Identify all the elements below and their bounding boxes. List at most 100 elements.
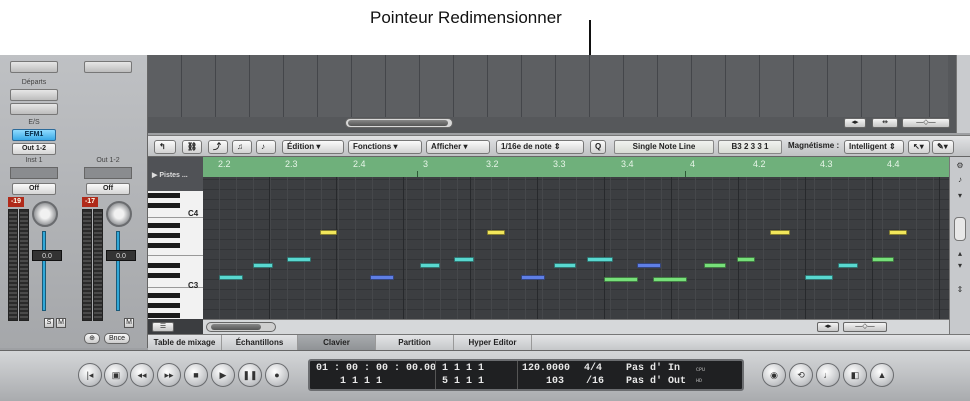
midi-note[interactable] [872,257,894,262]
vertical-zoom-slider[interactable]: ⇕ [954,285,966,295]
tracks-toggle-icon[interactable]: ☰ [152,322,174,332]
black-key[interactable] [148,273,180,278]
piano-roll-horizontal-scrollbar[interactable] [206,322,276,332]
solo-button[interactable]: S [44,318,54,328]
eq-slot[interactable] [10,61,58,73]
midi-note[interactable] [487,230,505,235]
view-menu[interactable]: Afficher ▾ [426,140,490,154]
midi-note[interactable] [253,263,273,268]
midi-note[interactable] [704,263,726,268]
group-slot[interactable] [10,167,58,179]
midi-note[interactable] [420,263,440,268]
midi-note[interactable] [653,277,687,282]
midi-note[interactable] [320,230,337,235]
black-key[interactable] [148,313,180,318]
scroll-arrows[interactable]: ◂▸ [817,322,839,332]
bar-ruler[interactable]: 2.2 2.3 2.4 3 3.2 3.3 3.4 4 4.2 4.3 4.4 [203,157,949,177]
midi-note[interactable] [838,263,858,268]
midi-note[interactable] [889,230,907,235]
fast-forward-icon[interactable]: ▸▸ [157,363,181,387]
tuner-icon[interactable]: ♩ [816,363,840,387]
snap-select[interactable]: Intelligent ⇕ [844,140,904,154]
automation-mode[interactable]: Off [86,183,130,195]
piano-keyboard[interactable]: C4 C3 [148,191,203,319]
midi-note[interactable] [521,275,545,280]
pointer-tool-icon[interactable]: ↖▾ [908,140,930,154]
go-to-position-icon[interactable]: ▣ [104,363,128,387]
scroll-thumb[interactable] [348,120,448,126]
scroll-up-icon[interactable]: ▴ [954,249,966,259]
black-key[interactable] [148,233,180,238]
pan-knob[interactable] [106,201,132,227]
black-key[interactable] [148,293,180,298]
quantize-select[interactable]: 1/16e de note ⇕ [496,140,584,154]
go-to-start-icon[interactable]: |◂ [78,363,102,387]
midi-in-icon[interactable]: ♫ [232,140,252,154]
arrange-horizontal-scrollbar[interactable] [345,118,453,128]
cycle-icon[interactable]: ⟲ [789,363,813,387]
peak-indicator[interactable]: -17 [82,197,98,207]
midi-note[interactable] [454,257,474,262]
output-slot[interactable]: Out 1-2 [12,143,56,155]
tab-mixer[interactable]: Table de mixage [148,335,222,351]
bounce-button[interactable]: Bnce [104,333,130,344]
rewind-icon[interactable]: ◂◂ [130,363,154,387]
stop-icon[interactable]: ■ [184,363,208,387]
link-icon[interactable]: ⛓ [182,140,202,154]
arrange-grid[interactable] [148,55,948,117]
peak-indicator[interactable]: -19 [8,197,24,207]
metronome-icon[interactable]: ◉ [762,363,786,387]
group-slot[interactable] [84,167,132,179]
midi-note[interactable] [219,275,243,280]
midi-note[interactable] [737,257,755,262]
arrange-vertical-scrollbar[interactable] [956,55,970,133]
tab-piano-roll[interactable]: Clavier [298,335,376,351]
black-key[interactable] [148,203,180,208]
zoom-slider[interactable]: —◇— [843,322,887,332]
tracks-disclosure[interactable]: ▶ Pistes ... [148,157,203,191]
midi-note[interactable] [604,277,638,282]
zoom-icon[interactable]: ⚙ [954,161,966,171]
midi-out-icon[interactable]: ♪ [256,140,276,154]
tab-samples[interactable]: Échantillons [222,335,298,351]
note-icon[interactable]: ♪ [954,175,966,185]
chevron-down-icon[interactable]: ▾ [954,191,966,201]
automation-mode[interactable]: Off [12,183,56,195]
mute-button[interactable]: M [124,318,134,328]
edit-menu[interactable]: Édition ▾ [282,140,344,154]
black-key[interactable] [148,263,180,268]
scroll-arrows[interactable]: ◂▸ [844,118,866,128]
link-button[interactable]: ⊕ [84,333,100,344]
transport-display[interactable]: 01 : 00 : 00 : 00.00 1 1 1 1 1 1 1 1 5 1… [308,359,744,391]
mute-button[interactable]: M [56,318,66,328]
record-icon[interactable]: ● [265,363,289,387]
midi-note[interactable] [370,275,394,280]
black-key[interactable] [148,193,180,198]
zoom-slider[interactable]: —◇— [902,118,950,128]
midi-note[interactable] [805,275,833,280]
note-grid[interactable] [203,177,949,319]
functions-menu[interactable]: Fonctions ▾ [348,140,422,154]
solo-mode-icon[interactable]: ◧ [843,363,867,387]
scroll-thumb[interactable] [211,324,261,330]
pan-knob[interactable] [32,201,58,227]
volume-fader[interactable] [116,231,120,311]
midi-note[interactable] [770,230,790,235]
catch-icon[interactable]: ⤴ [208,140,228,154]
black-key[interactable] [148,303,180,308]
instrument-slot[interactable]: EFM1 [12,129,56,141]
black-key[interactable] [148,243,180,248]
send-slot-2[interactable] [10,103,58,115]
pencil-tool-icon[interactable]: ✎▾ [932,140,954,154]
hierarchy-up-icon[interactable]: ↰ [154,140,176,154]
send-slot-1[interactable] [10,89,58,101]
piano-roll-vertical-scrollbar[interactable]: ⚙ ♪ ▾ ▴ ▾ ⇕ [949,157,970,334]
replace-icon[interactable]: ▲ [870,363,894,387]
midi-note[interactable] [587,257,613,262]
black-key[interactable] [148,223,180,228]
tab-score[interactable]: Partition [376,335,454,351]
volume-fader[interactable] [42,231,46,311]
scroll-down-icon[interactable]: ▾ [954,261,966,271]
quantize-button[interactable]: Q [590,140,606,154]
midi-note[interactable] [637,263,661,268]
